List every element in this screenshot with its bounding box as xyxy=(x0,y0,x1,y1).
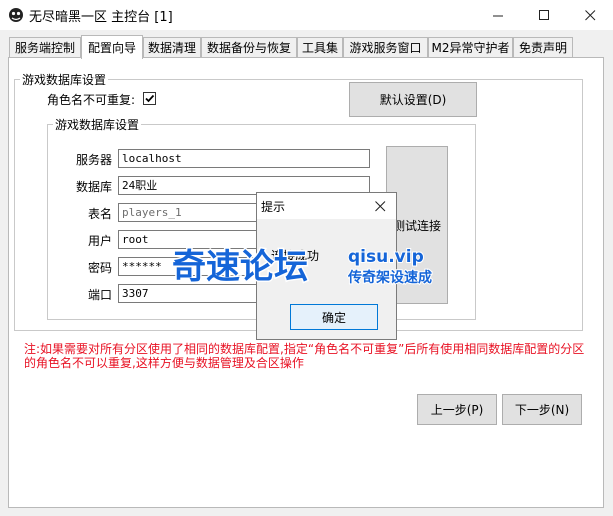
tab-game-service-window[interactable]: 游戏服务窗口 xyxy=(343,37,428,57)
close-icon xyxy=(374,200,385,211)
default-settings-button[interactable]: 默认设置(D) xyxy=(349,82,477,117)
tab-server-control[interactable]: 服务端控制 xyxy=(9,37,81,57)
dialog-close-button[interactable] xyxy=(369,196,391,216)
server-field[interactable]: localhost xyxy=(118,149,370,168)
next-step-button[interactable]: 下一步(N) xyxy=(502,394,582,425)
watermark-main: 奇速论坛 xyxy=(172,247,308,287)
maximize-icon xyxy=(538,9,549,20)
port-label: 端口 xyxy=(87,288,112,302)
tab-toolset[interactable]: 工具集 xyxy=(297,37,343,57)
table-name-label: 表名 xyxy=(87,207,112,221)
watermark: 奇速论坛 qisu.vip 传奇架设速成 xyxy=(171,242,452,293)
tab-config-wizard[interactable]: 配置向导 xyxy=(81,35,143,59)
minimize-icon xyxy=(492,15,503,16)
prev-step-button[interactable]: 上一步(P) xyxy=(417,394,497,425)
password-label: 密码 xyxy=(87,261,112,275)
title-bar: 无尽暗黑一区 主控台 [1] xyxy=(0,0,613,30)
server-label: 服务器 xyxy=(75,153,112,167)
maximize-button[interactable] xyxy=(521,0,567,30)
tab-disclaimer[interactable]: 免责声明 xyxy=(513,37,573,57)
inner-group-label: 游戏数据库设置 xyxy=(53,116,142,133)
close-button[interactable] xyxy=(567,0,613,30)
tab-m2-guardian[interactable]: M2异常守护者 xyxy=(428,37,513,57)
dialog-title: 提示 xyxy=(261,200,286,214)
database-label: 数据库 xyxy=(75,180,112,194)
note-text: 注:如果需要对所有分区使用了相同的数据库配置,指定“角色名不可重复”后所有使用相… xyxy=(24,342,585,370)
close-icon xyxy=(584,9,595,20)
unique-name-checkbox[interactable] xyxy=(143,92,156,105)
watermark-slogan: 传奇架设速成 xyxy=(347,269,432,286)
minimize-button[interactable] xyxy=(475,0,521,30)
checkmark-icon xyxy=(145,94,155,103)
tab-data-cleanup[interactable]: 数据清理 xyxy=(143,37,201,57)
window-title: 无尽暗黑一区 主控台 [1] xyxy=(29,10,173,25)
group-label: 游戏数据库设置 xyxy=(20,71,109,88)
watermark-logo: 奇速论坛 qisu.vip 传奇架设速成 xyxy=(171,246,434,289)
user-label: 用户 xyxy=(87,234,112,248)
dialog-ok-button[interactable]: 确定 xyxy=(290,304,378,330)
app-icon xyxy=(9,8,23,22)
watermark-domain: qisu.vip xyxy=(348,247,424,267)
dialog-title-bar: 提示 xyxy=(257,193,396,219)
tab-backup-restore[interactable]: 数据备份与恢复 xyxy=(201,37,297,57)
unique-name-label: 角色名不可重复: xyxy=(47,93,136,107)
